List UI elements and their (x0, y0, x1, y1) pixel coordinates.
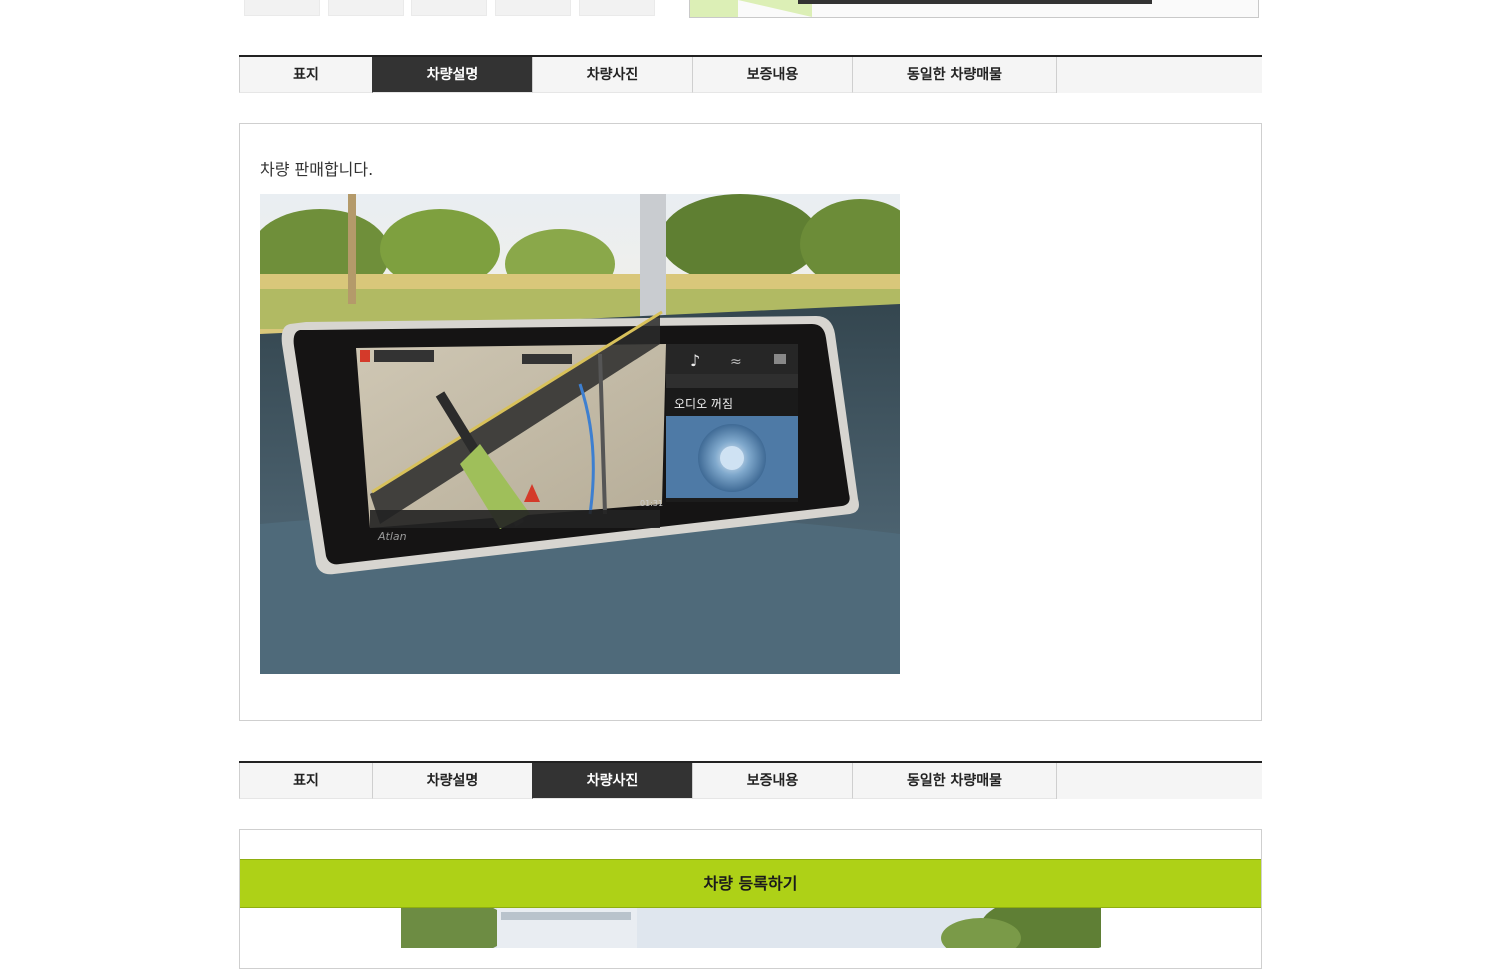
tab-photos[interactable]: 차량사진 (532, 57, 692, 93)
nav-clock-text: 01:31 (640, 499, 663, 508)
tab-photos[interactable]: 차량사진 (532, 763, 692, 799)
tab-description[interactable]: 차량설명 (372, 763, 532, 799)
thumbnail[interactable] (328, 0, 404, 16)
banner-accent (690, 0, 738, 17)
thumbnail[interactable] (244, 0, 320, 16)
car-photo-2[interactable] (401, 908, 1101, 948)
tab-bar-bottom: 표지 차량설명 차량사진 보증내용 동일한 차량매물 (239, 761, 1262, 799)
register-car-button[interactable]: 차량 등록하기 (240, 859, 1261, 908)
top-banner (689, 0, 1259, 18)
tab-filler (1056, 763, 1262, 799)
thumbnail[interactable] (579, 0, 655, 16)
tab-description[interactable]: 차량설명 (372, 57, 532, 93)
car-photo-2-image (401, 908, 1101, 948)
tab-cover[interactable]: 표지 (239, 763, 372, 799)
tab-similar-cars[interactable]: 동일한 차량매물 (852, 763, 1056, 799)
banner-bar (798, 0, 1152, 4)
tab-similar-cars[interactable]: 동일한 차량매물 (852, 57, 1056, 93)
tab-warranty[interactable]: 보증내용 (692, 763, 852, 799)
svg-text:♪: ♪ (690, 351, 700, 370)
tab-warranty[interactable]: 보증내용 (692, 57, 852, 93)
car-photo[interactable]: ♪ ≈ 오디오 꺼짐 Atlan 01:31 (260, 194, 900, 674)
tab-cover[interactable]: 표지 (239, 57, 372, 93)
screen-status-text: 오디오 꺼짐 (674, 397, 733, 411)
car-photo-image: ♪ ≈ 오디오 꺼짐 Atlan 01:31 (260, 194, 900, 674)
svg-text:≈: ≈ (730, 354, 742, 370)
tab-filler (1056, 57, 1262, 93)
description-text: 차량 판매합니다. (260, 160, 374, 179)
description-panel: 차량 판매합니다. ♪ ≈ 오디오 꺼짐 Atlan 01:31 (239, 123, 1262, 721)
nav-brand-text: Atlan (377, 530, 407, 543)
tab-bar-top: 표지 차량설명 차량사진 보증내용 동일한 차량매물 (239, 55, 1262, 93)
thumbnail[interactable] (495, 0, 571, 16)
photos-panel: 차량 등록하기 (239, 829, 1262, 969)
thumbnail[interactable] (411, 0, 487, 16)
